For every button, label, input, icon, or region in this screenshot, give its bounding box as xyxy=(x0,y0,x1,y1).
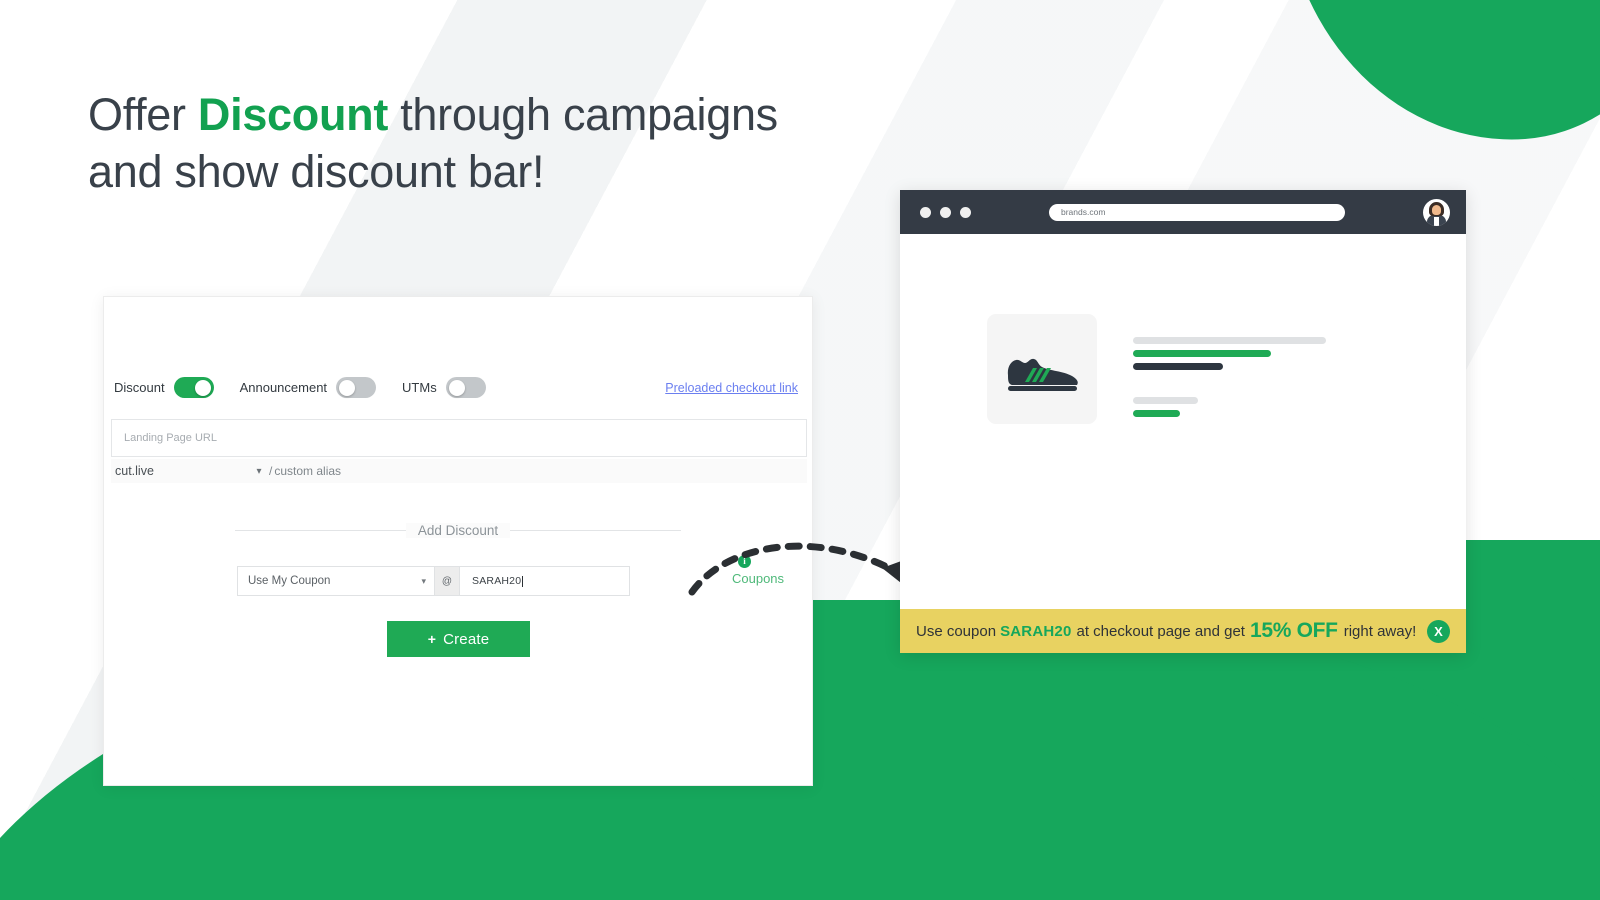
alias-domain-select[interactable]: cut.live xyxy=(111,464,251,478)
coupons-helper[interactable]: i Coupons xyxy=(732,555,796,586)
create-button[interactable]: + Create xyxy=(387,621,530,657)
alias-separator: / xyxy=(269,464,273,478)
placeholder-line xyxy=(1133,363,1223,370)
close-dot-icon[interactable] xyxy=(920,206,931,218)
placeholder-line xyxy=(1133,350,1271,357)
close-icon[interactable]: X xyxy=(1427,619,1450,643)
divider-line-right xyxy=(510,530,682,531)
custom-alias-input[interactable]: custom alias xyxy=(274,464,341,478)
plus-icon: + xyxy=(427,631,437,647)
product-image-tile xyxy=(987,314,1097,424)
sneaker-icon xyxy=(1007,358,1078,391)
landing-page-url-input[interactable]: Landing Page URL xyxy=(111,419,807,457)
toggle-announcement-label: Announcement xyxy=(239,380,328,395)
create-button-label: Create xyxy=(443,630,490,648)
alias-row: cut.live ▾ / custom alias xyxy=(111,459,807,483)
product-meta-placeholder-lines xyxy=(1133,397,1198,423)
coupon-type-value: Use My Coupon xyxy=(248,575,331,587)
browser-viewport: Use coupon SARAH20 at checkout page and … xyxy=(900,234,1466,653)
discount-bar-coupon-code: SARAH20 xyxy=(1000,622,1072,640)
placeholder-line xyxy=(1133,410,1180,417)
coupon-code-value: SARAH20 xyxy=(472,575,522,587)
toggle-discount[interactable]: Discount xyxy=(114,377,214,398)
discount-announcement-bar: Use coupon SARAH20 at checkout page and … xyxy=(900,609,1466,653)
coupon-code-input[interactable]: SARAH20 xyxy=(460,566,630,596)
info-icon[interactable]: i xyxy=(738,555,751,568)
text-cursor xyxy=(522,575,524,587)
maximize-dot-icon[interactable] xyxy=(960,206,971,218)
discount-bar-percent: 15% OFF xyxy=(1249,619,1338,642)
coupon-type-select[interactable]: Use My Coupon ▾ xyxy=(237,566,435,596)
headline-part-2: through campaigns xyxy=(388,89,778,140)
traffic-light-dots xyxy=(920,206,971,218)
discount-bar-text-after: right away! xyxy=(1343,622,1417,640)
placeholder-line xyxy=(1133,337,1326,344)
toggle-knob xyxy=(448,379,465,396)
toggle-announcement-switch[interactable] xyxy=(336,377,377,398)
divider-line-left xyxy=(235,530,406,531)
at-icon: @ xyxy=(435,566,460,596)
headline-accent-word: Discount xyxy=(197,89,389,140)
chevron-down-icon[interactable]: ▾ xyxy=(251,466,267,477)
coupons-label: Coupons xyxy=(732,571,785,586)
toggles-row: Discount Announcement UTMs Preloaded che… xyxy=(110,377,806,398)
browser-mockup: brands.com Use coupon SARAH20 at checkou… xyxy=(900,190,1466,653)
preloaded-checkout-link[interactable]: Preloaded checkout link xyxy=(665,381,802,395)
toggle-discount-label: Discount xyxy=(114,380,165,395)
browser-title-bar: brands.com xyxy=(900,190,1466,234)
add-discount-label: Add Discount xyxy=(405,523,511,538)
toggle-announcement[interactable]: Announcement xyxy=(239,377,377,398)
product-title-placeholder-lines xyxy=(1133,337,1326,376)
toggle-utms-label: UTMs xyxy=(402,380,437,395)
user-avatar[interactable] xyxy=(1423,198,1450,226)
address-bar-value: brands.com xyxy=(1061,207,1106,217)
green-blob-top-right xyxy=(1279,0,1600,155)
placeholder-line xyxy=(1133,397,1198,404)
toggle-utms-switch[interactable] xyxy=(445,377,486,398)
toggle-discount-switch[interactable] xyxy=(173,377,214,398)
campaign-form-card: Discount Announcement UTMs Preloaded che… xyxy=(103,296,813,786)
avatar-shirt xyxy=(1434,216,1439,226)
avatar-face xyxy=(1432,204,1441,215)
address-bar[interactable]: brands.com xyxy=(1049,203,1345,221)
landing-page-url-placeholder: Landing Page URL xyxy=(124,432,217,444)
toggle-knob xyxy=(339,379,356,396)
toggle-knob xyxy=(194,379,211,396)
chevron-down-icon: ▾ xyxy=(421,575,426,586)
coupon-row: Use My Coupon ▾ @ SARAH20 xyxy=(237,566,630,596)
headline-line-2: and show discount bar! xyxy=(88,146,545,197)
headline-part-1: Offer xyxy=(88,89,198,140)
page-title: Offer Discount through campaigns and sho… xyxy=(88,86,908,200)
discount-bar-text-before: Use coupon xyxy=(916,622,997,640)
add-discount-divider: Add Discount xyxy=(235,523,682,538)
discount-bar-text-middle: at checkout page and get xyxy=(1076,622,1245,640)
minimize-dot-icon[interactable] xyxy=(940,206,951,218)
promo-banner-canvas: Offer Discount through campaigns and sho… xyxy=(0,0,1600,900)
toggle-utms[interactable]: UTMs xyxy=(402,377,486,398)
